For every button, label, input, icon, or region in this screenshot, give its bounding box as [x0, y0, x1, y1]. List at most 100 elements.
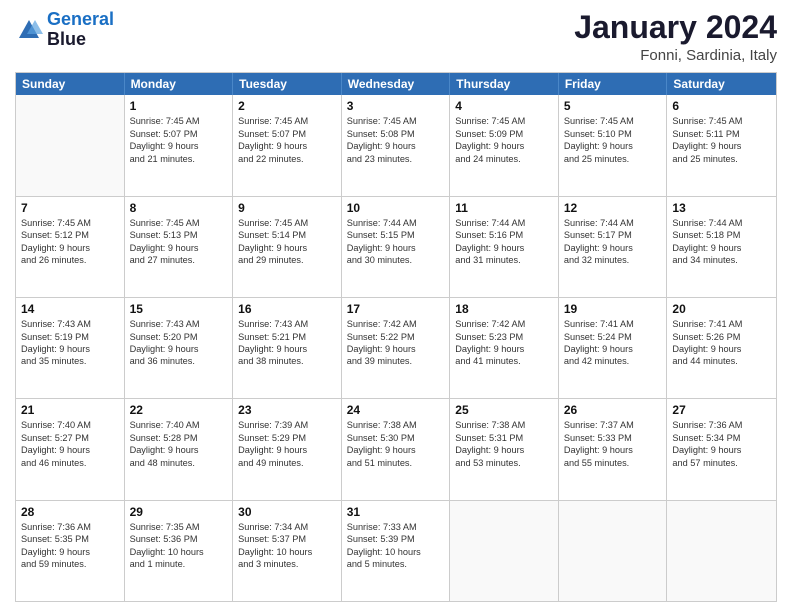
day-number: 3: [347, 98, 445, 114]
day-info: Sunrise: 7:44 AMSunset: 5:16 PMDaylight:…: [455, 217, 553, 267]
header: General Blue January 2024 Fonni, Sardini…: [15, 10, 777, 64]
day-number: 24: [347, 402, 445, 418]
day-info: Sunrise: 7:45 AMSunset: 5:07 PMDaylight:…: [238, 115, 336, 165]
day-info: Sunrise: 7:44 AMSunset: 5:17 PMDaylight:…: [564, 217, 662, 267]
day-cell: [16, 95, 125, 195]
day-cell: 30Sunrise: 7:34 AMSunset: 5:37 PMDayligh…: [233, 501, 342, 601]
day-cell: 16Sunrise: 7:43 AMSunset: 5:21 PMDayligh…: [233, 298, 342, 398]
day-cell: 18Sunrise: 7:42 AMSunset: 5:23 PMDayligh…: [450, 298, 559, 398]
day-header-sunday: Sunday: [16, 73, 125, 95]
day-cell: 5Sunrise: 7:45 AMSunset: 5:10 PMDaylight…: [559, 95, 668, 195]
day-header-thursday: Thursday: [450, 73, 559, 95]
day-cell: 9Sunrise: 7:45 AMSunset: 5:14 PMDaylight…: [233, 197, 342, 297]
day-info: Sunrise: 7:38 AMSunset: 5:30 PMDaylight:…: [347, 419, 445, 469]
day-number: 11: [455, 200, 553, 216]
day-info: Sunrise: 7:40 AMSunset: 5:27 PMDaylight:…: [21, 419, 119, 469]
day-number: 18: [455, 301, 553, 317]
day-cell: 2Sunrise: 7:45 AMSunset: 5:07 PMDaylight…: [233, 95, 342, 195]
day-number: 8: [130, 200, 228, 216]
day-number: 5: [564, 98, 662, 114]
day-info: Sunrise: 7:45 AMSunset: 5:13 PMDaylight:…: [130, 217, 228, 267]
day-cell: 11Sunrise: 7:44 AMSunset: 5:16 PMDayligh…: [450, 197, 559, 297]
calendar-body: 1Sunrise: 7:45 AMSunset: 5:07 PMDaylight…: [16, 95, 776, 601]
logo: General Blue: [15, 10, 114, 50]
day-cell: 28Sunrise: 7:36 AMSunset: 5:35 PMDayligh…: [16, 501, 125, 601]
day-number: 27: [672, 402, 771, 418]
day-cell: 6Sunrise: 7:45 AMSunset: 5:11 PMDaylight…: [667, 95, 776, 195]
day-info: Sunrise: 7:42 AMSunset: 5:23 PMDaylight:…: [455, 318, 553, 368]
day-info: Sunrise: 7:40 AMSunset: 5:28 PMDaylight:…: [130, 419, 228, 469]
day-info: Sunrise: 7:36 AMSunset: 5:34 PMDaylight:…: [672, 419, 771, 469]
day-info: Sunrise: 7:36 AMSunset: 5:35 PMDaylight:…: [21, 521, 119, 571]
day-info: Sunrise: 7:42 AMSunset: 5:22 PMDaylight:…: [347, 318, 445, 368]
day-header-monday: Monday: [125, 73, 234, 95]
day-header-wednesday: Wednesday: [342, 73, 451, 95]
day-info: Sunrise: 7:35 AMSunset: 5:36 PMDaylight:…: [130, 521, 228, 571]
day-number: 1: [130, 98, 228, 114]
day-cell: 15Sunrise: 7:43 AMSunset: 5:20 PMDayligh…: [125, 298, 234, 398]
day-number: 23: [238, 402, 336, 418]
day-info: Sunrise: 7:45 AMSunset: 5:07 PMDaylight:…: [130, 115, 228, 165]
day-number: 19: [564, 301, 662, 317]
day-number: 12: [564, 200, 662, 216]
location-title: Fonni, Sardinia, Italy: [574, 47, 777, 64]
day-number: 10: [347, 200, 445, 216]
day-cell: [559, 501, 668, 601]
day-info: Sunrise: 7:45 AMSunset: 5:09 PMDaylight:…: [455, 115, 553, 165]
day-cell: [450, 501, 559, 601]
day-cell: 13Sunrise: 7:44 AMSunset: 5:18 PMDayligh…: [667, 197, 776, 297]
day-info: Sunrise: 7:34 AMSunset: 5:37 PMDaylight:…: [238, 521, 336, 571]
day-cell: [667, 501, 776, 601]
day-number: 2: [238, 98, 336, 114]
day-number: 14: [21, 301, 119, 317]
day-cell: 20Sunrise: 7:41 AMSunset: 5:26 PMDayligh…: [667, 298, 776, 398]
calendar: SundayMondayTuesdayWednesdayThursdayFrid…: [15, 72, 777, 602]
day-number: 28: [21, 504, 119, 520]
day-number: 13: [672, 200, 771, 216]
day-cell: 3Sunrise: 7:45 AMSunset: 5:08 PMDaylight…: [342, 95, 451, 195]
day-cell: 23Sunrise: 7:39 AMSunset: 5:29 PMDayligh…: [233, 399, 342, 499]
day-cell: 19Sunrise: 7:41 AMSunset: 5:24 PMDayligh…: [559, 298, 668, 398]
day-number: 9: [238, 200, 336, 216]
day-info: Sunrise: 7:45 AMSunset: 5:14 PMDaylight:…: [238, 217, 336, 267]
day-number: 17: [347, 301, 445, 317]
day-cell: 4Sunrise: 7:45 AMSunset: 5:09 PMDaylight…: [450, 95, 559, 195]
page: General Blue January 2024 Fonni, Sardini…: [0, 0, 792, 612]
day-number: 16: [238, 301, 336, 317]
day-number: 7: [21, 200, 119, 216]
day-headers: SundayMondayTuesdayWednesdayThursdayFrid…: [16, 73, 776, 95]
day-cell: 31Sunrise: 7:33 AMSunset: 5:39 PMDayligh…: [342, 501, 451, 601]
day-info: Sunrise: 7:39 AMSunset: 5:29 PMDaylight:…: [238, 419, 336, 469]
day-info: Sunrise: 7:41 AMSunset: 5:26 PMDaylight:…: [672, 318, 771, 368]
day-info: Sunrise: 7:38 AMSunset: 5:31 PMDaylight:…: [455, 419, 553, 469]
week-row-4: 21Sunrise: 7:40 AMSunset: 5:27 PMDayligh…: [16, 399, 776, 500]
day-info: Sunrise: 7:45 AMSunset: 5:08 PMDaylight:…: [347, 115, 445, 165]
day-number: 29: [130, 504, 228, 520]
day-cell: 1Sunrise: 7:45 AMSunset: 5:07 PMDaylight…: [125, 95, 234, 195]
title-block: January 2024 Fonni, Sardinia, Italy: [574, 10, 777, 64]
day-cell: 26Sunrise: 7:37 AMSunset: 5:33 PMDayligh…: [559, 399, 668, 499]
day-cell: 12Sunrise: 7:44 AMSunset: 5:17 PMDayligh…: [559, 197, 668, 297]
day-info: Sunrise: 7:45 AMSunset: 5:10 PMDaylight:…: [564, 115, 662, 165]
day-number: 26: [564, 402, 662, 418]
day-cell: 14Sunrise: 7:43 AMSunset: 5:19 PMDayligh…: [16, 298, 125, 398]
week-row-2: 7Sunrise: 7:45 AMSunset: 5:12 PMDaylight…: [16, 197, 776, 298]
day-info: Sunrise: 7:41 AMSunset: 5:24 PMDaylight:…: [564, 318, 662, 368]
day-cell: 10Sunrise: 7:44 AMSunset: 5:15 PMDayligh…: [342, 197, 451, 297]
day-cell: 8Sunrise: 7:45 AMSunset: 5:13 PMDaylight…: [125, 197, 234, 297]
day-number: 30: [238, 504, 336, 520]
day-cell: 22Sunrise: 7:40 AMSunset: 5:28 PMDayligh…: [125, 399, 234, 499]
day-number: 22: [130, 402, 228, 418]
logo-text: General Blue: [47, 10, 114, 50]
week-row-5: 28Sunrise: 7:36 AMSunset: 5:35 PMDayligh…: [16, 501, 776, 601]
day-number: 25: [455, 402, 553, 418]
day-cell: 21Sunrise: 7:40 AMSunset: 5:27 PMDayligh…: [16, 399, 125, 499]
week-row-3: 14Sunrise: 7:43 AMSunset: 5:19 PMDayligh…: [16, 298, 776, 399]
month-title: January 2024: [574, 10, 777, 45]
day-number: 20: [672, 301, 771, 317]
day-number: 31: [347, 504, 445, 520]
day-info: Sunrise: 7:43 AMSunset: 5:20 PMDaylight:…: [130, 318, 228, 368]
day-cell: 24Sunrise: 7:38 AMSunset: 5:30 PMDayligh…: [342, 399, 451, 499]
day-info: Sunrise: 7:33 AMSunset: 5:39 PMDaylight:…: [347, 521, 445, 571]
day-number: 15: [130, 301, 228, 317]
